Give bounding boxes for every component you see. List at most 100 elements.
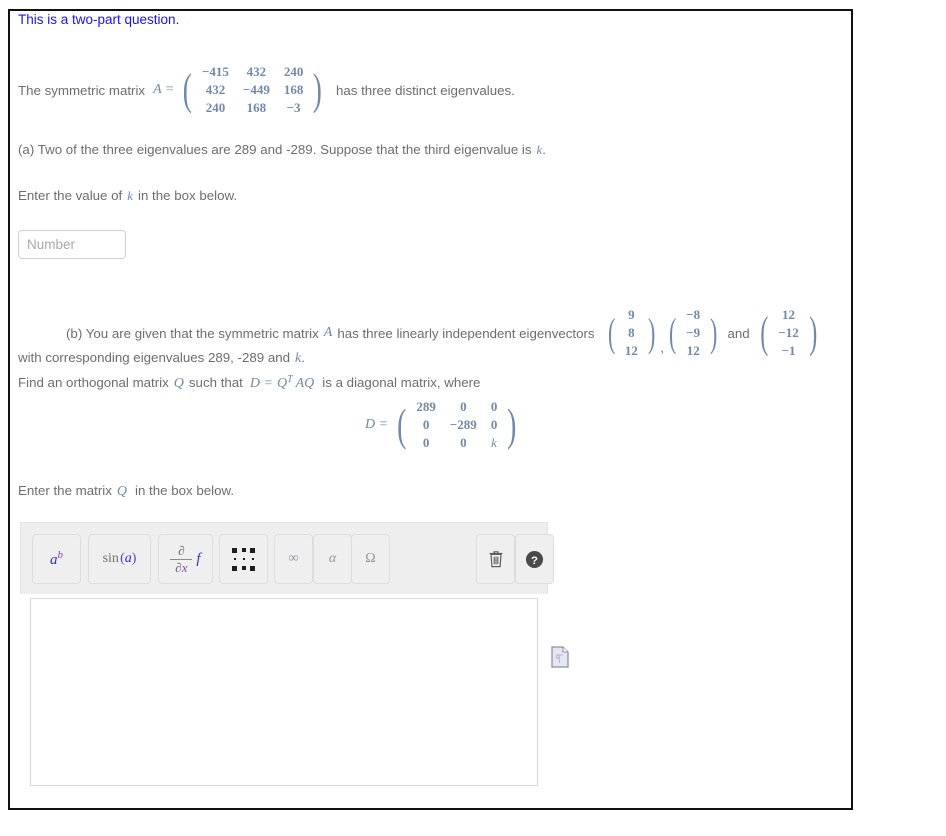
cell-a-2-2: −3 [286, 100, 301, 115]
right-paren: ) [647, 310, 656, 355]
intro-matrix-label: A = [153, 82, 175, 97]
cell-v3-2: −1 [781, 343, 796, 358]
help-button[interactable]: ? [515, 534, 554, 584]
document-icon[interactable] [551, 646, 569, 668]
infinity-button[interactable]: ∞ [274, 534, 313, 584]
cell-d-1-1: −289 [449, 417, 477, 432]
find-before: Find an orthogonal matrix [18, 375, 169, 390]
derivative-button[interactable]: ∂ ∂x f [158, 534, 213, 584]
greek-alpha-button[interactable]: α [313, 534, 352, 584]
eigenvalues-end: . [301, 350, 305, 365]
enter-var-q: Q [116, 484, 127, 499]
eigenvector-1-grid: 9 8 12 [618, 306, 645, 360]
matrix-button[interactable] [219, 534, 268, 584]
left-paren: ( [183, 65, 193, 114]
matrix-d: ( 289 0 0 0 −289 0 0 0 k ) [394, 398, 520, 452]
eigenvalues-text: with corresponding eigenvalues 289, -289… [18, 350, 291, 365]
part-b-find-line: Find an orthogonal matrix Q such that D … [18, 374, 480, 392]
math-editor: ab sin (a) ∂ ∂x f ∞ α Ω ? [20, 522, 554, 790]
cell-d-2-1: 0 [460, 435, 467, 450]
part-a-instruction-after: in the box below. [138, 188, 238, 203]
eigenvalues-var: k [295, 351, 302, 366]
matrix-d-label: D = [365, 417, 389, 432]
cell-a-0-2: 240 [283, 64, 304, 79]
cell-a-0-1: 432 [246, 64, 267, 79]
part-b-prompt-after: has three linearly independent eigenvect… [337, 325, 595, 341]
part-a-prompt: (a) Two of the three eigenvalues are 289… [18, 141, 546, 158]
left-paren: ( [397, 399, 407, 450]
cell-a-1-1: −449 [242, 82, 270, 97]
left-paren: ( [759, 308, 769, 357]
matrix-a: ( −415 432 240 432 −449 168 240 168 −3 ) [180, 63, 325, 117]
find-eq-aq: AQ [295, 376, 315, 391]
cell-d-0-0: 289 [416, 399, 436, 414]
right-paren: ) [809, 308, 818, 357]
part-b-prompt-before: (b) You are given that the symmetric mat… [66, 325, 319, 341]
part-a-instruction-var: k [127, 188, 134, 203]
cell-d-0-1: 0 [460, 399, 467, 414]
part-a-prompt-end: . [542, 142, 546, 157]
math-answer-canvas[interactable] [30, 598, 538, 786]
cell-d-2-2: k [491, 435, 497, 450]
svg-text:?: ? [531, 554, 538, 566]
part-a-instruction: Enter the value of k in the box below. [18, 187, 237, 204]
part-a-prompt-var: k [536, 142, 543, 157]
cell-d-1-2: 0 [490, 417, 498, 432]
eigenvector-1: ( 9 8 12 ) [605, 306, 659, 360]
right-paren: ) [313, 65, 323, 114]
cell-a-0-0: −415 [201, 64, 229, 79]
intro-line: The symmetric matrix A = ( −415 432 240 … [18, 63, 515, 117]
enter-after: in the box below. [134, 483, 235, 498]
page-title: This is a two-part question. [18, 12, 180, 27]
eigenvector-3-grid: 12 −12 −1 [771, 306, 805, 360]
number-input[interactable] [18, 230, 126, 259]
cell-v1-1: 8 [628, 325, 635, 340]
cell-a-2-0: 240 [205, 100, 226, 115]
infinity-icon: ∞ [288, 551, 299, 566]
greek-omega-button[interactable]: Ω [351, 534, 390, 584]
clear-button[interactable] [476, 534, 515, 584]
matrix-d-grid: 289 0 0 0 −289 0 0 0 k [409, 398, 504, 452]
question-body: This is a two-part question. The symmetr… [10, 1, 940, 806]
find-after: is a diagonal matrix, where [322, 375, 481, 390]
left-paren: ( [668, 310, 677, 355]
eigenvector-2: ( −8 −9 12 ) [666, 306, 721, 360]
omega-icon: Ω [365, 551, 376, 566]
find-var-q: Q [173, 376, 184, 391]
eigenvector-2-grid: −8 −9 12 [679, 306, 707, 360]
right-paren: ) [710, 310, 718, 355]
cell-v2-0: −8 [686, 307, 701, 322]
part-b-prompt-var: A [323, 325, 333, 340]
cell-v1-0: 9 [628, 307, 635, 322]
eigenvector-3: ( 12 −12 −1 ) [757, 306, 821, 360]
sine-icon: sin (a) [102, 551, 137, 566]
cell-v3-1: −12 [778, 325, 799, 340]
part-a-instruction-before: Enter the value of [18, 188, 123, 203]
matrix-a-grid: −415 432 240 432 −449 168 240 168 −3 [195, 63, 310, 117]
part-a-prompt-text: (a) Two of the three eigenvalues are 289… [18, 142, 532, 157]
enter-before: Enter the matrix [18, 483, 112, 498]
trash-icon [489, 551, 502, 568]
exponent-icon: ab [50, 549, 63, 568]
function-button[interactable]: sin (a) [88, 534, 151, 584]
matrix-d-line: D = ( 289 0 0 0 −289 0 0 0 k ) [365, 398, 520, 452]
cell-v2-2: 12 [686, 343, 700, 358]
cell-d-2-0: 0 [422, 435, 430, 450]
intro-text-after: has three distinct eigenvalues. [335, 82, 515, 98]
find-mid: such that [188, 375, 243, 390]
cell-d-1-0: 0 [422, 417, 430, 432]
find-eq-d: D = [249, 376, 273, 391]
cell-v1-2: 12 [624, 343, 638, 358]
cell-a-1-2: 168 [283, 82, 304, 97]
part-b-enter-line: Enter the matrix Q in the box below. [18, 482, 234, 500]
vector-conjunction: and [727, 325, 750, 341]
left-paren: ( [607, 310, 615, 355]
cell-a-1-0: 432 [205, 82, 226, 97]
exponent-button[interactable]: ab [32, 534, 81, 584]
cell-d-0-2: 0 [490, 399, 498, 414]
editor-toolbar: ab sin (a) ∂ ∂x f ∞ α Ω ? [20, 522, 554, 594]
alpha-icon: α [328, 551, 337, 566]
cell-a-2-1: 168 [246, 100, 267, 115]
part-b-eigenvalues-line: with corresponding eigenvalues 289, -289… [18, 349, 305, 367]
intro-text-before: The symmetric matrix [18, 82, 146, 98]
